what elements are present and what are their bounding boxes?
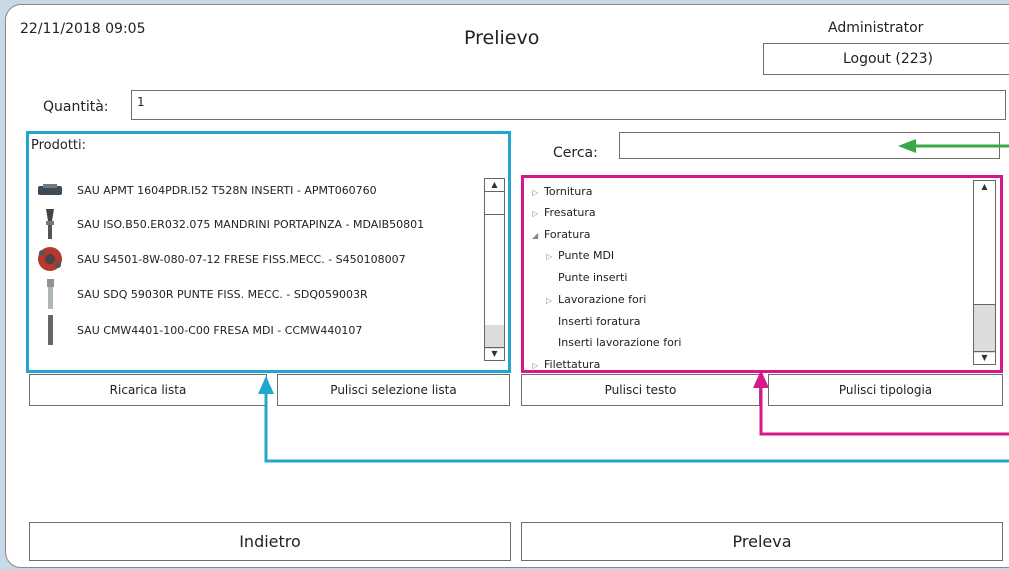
cyan-arrow-icon: [258, 376, 1009, 463]
green-arrow-icon: [898, 139, 1009, 153]
magenta-arrow-icon: [753, 370, 1009, 436]
annotation-arrows: [258, 139, 1009, 463]
